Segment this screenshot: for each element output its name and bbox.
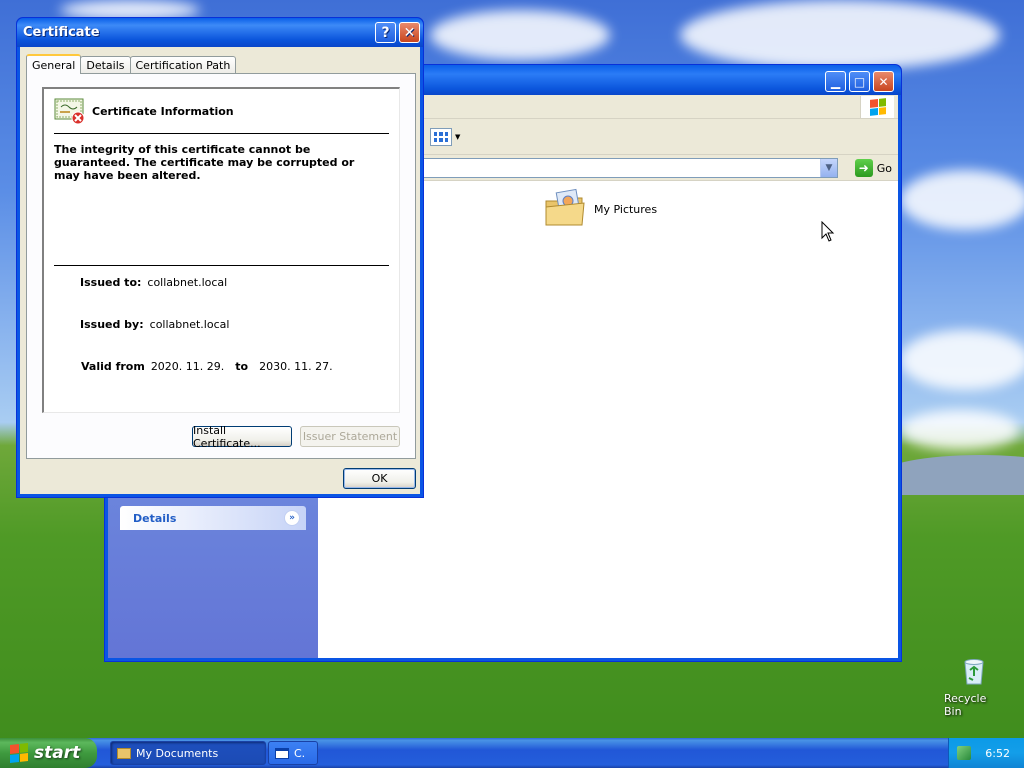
mouse-cursor-icon xyxy=(821,220,835,246)
minimize-icon: ▁ xyxy=(830,74,841,89)
go-button[interactable]: ➜ Go xyxy=(854,159,892,177)
valid-from-value: 2020. 11. 29. xyxy=(150,360,225,373)
tab-general[interactable]: General xyxy=(26,54,82,74)
folder-icon xyxy=(117,747,131,759)
clock[interactable]: 6:52 xyxy=(985,747,1010,760)
views-icon xyxy=(430,128,452,146)
certificate-info-box: Certificate Information The integrity of… xyxy=(42,87,400,413)
recycle-bin-label: Recycle Bin xyxy=(944,692,987,718)
close-icon: ✕ xyxy=(878,74,889,89)
ok-button[interactable]: OK xyxy=(343,468,416,489)
valid-to-word: to xyxy=(235,360,249,373)
general-tab-panel: Certificate Information The integrity of… xyxy=(26,73,416,459)
dialog-body: General Details Certification Path Certi… xyxy=(20,47,420,494)
maximize-icon: □ xyxy=(853,74,866,89)
issued-by-row: Issued by: collabnet.local xyxy=(80,318,229,331)
address-dropdown-button[interactable]: ▼ xyxy=(820,159,837,177)
folder-label: My Pictures xyxy=(594,202,658,216)
recycle-bin-icon xyxy=(959,656,989,686)
dialog-titlebar[interactable]: Certificate ? ✕ xyxy=(17,18,423,47)
help-button[interactable]: ? xyxy=(375,22,396,43)
integrity-warning: The integrity of this certificate cannot… xyxy=(54,143,355,182)
system-tray: 6:52 xyxy=(948,738,1024,768)
folder-my-pictures[interactable]: My Pictures xyxy=(544,187,657,231)
tab-strip: General Details Certification Path xyxy=(26,54,237,74)
network-icon[interactable] xyxy=(957,746,972,760)
divider xyxy=(54,133,389,134)
issued-to-label: Issued to: xyxy=(80,276,142,289)
taskbar-item-certificate[interactable]: C. xyxy=(268,741,318,765)
taskbar-item-label: C. xyxy=(294,746,306,760)
taskbar-item-my-documents[interactable]: My Documents xyxy=(110,741,266,765)
taskbar-item-label: My Documents xyxy=(136,746,219,760)
expand-chevron-icon[interactable]: » xyxy=(284,510,300,526)
go-arrow-icon: ➜ xyxy=(854,159,873,177)
tab-details[interactable]: Details xyxy=(80,56,131,74)
go-label: Go xyxy=(876,161,892,175)
pictures-folder-icon xyxy=(544,187,588,231)
details-panel-header[interactable]: Details » xyxy=(120,506,306,530)
valid-from-label: Valid from xyxy=(81,360,145,373)
windows-flag-icon xyxy=(10,743,28,763)
chevron-down-icon: ▼ xyxy=(825,163,833,173)
tab-certification-path[interactable]: Certification Path xyxy=(129,56,237,74)
maximize-button[interactable]: □ xyxy=(849,71,870,92)
issued-by-label: Issued by: xyxy=(80,318,144,331)
dialog-title: Certificate xyxy=(23,25,100,40)
windows-logo-icon xyxy=(860,96,894,118)
issued-by-value: collabnet.local xyxy=(149,318,230,331)
install-certificate-button[interactable]: Install Certificate... xyxy=(192,424,292,450)
certificate-dialog: Certificate ? ✕ General Details Certific… xyxy=(16,17,424,498)
invalid-certificate-icon xyxy=(54,97,86,125)
window-icon xyxy=(275,747,289,759)
info-header-label: Certificate Information xyxy=(92,104,234,118)
minimize-button[interactable]: ▁ xyxy=(825,71,846,92)
issuer-statement-button[interactable]: Issuer Statement xyxy=(300,426,400,447)
views-button[interactable]: ▼ xyxy=(430,126,466,148)
divider xyxy=(54,265,389,266)
start-button[interactable]: start xyxy=(0,738,97,768)
issued-to-row: Issued to: collabnet.local xyxy=(80,276,227,289)
issued-to-value: collabnet.local xyxy=(147,276,228,289)
validity-row: Valid from 2020. 11. 29. to 2030. 11. 27… xyxy=(81,360,333,373)
explorer-close-button[interactable]: ✕ xyxy=(873,71,894,92)
info-header: Certificate Information xyxy=(54,97,234,125)
dropdown-arrow-icon: ▼ xyxy=(455,133,461,141)
question-mark-icon: ? xyxy=(381,24,390,41)
start-label: start xyxy=(34,743,81,763)
valid-to-value: 2030. 11. 27. xyxy=(259,360,333,373)
close-icon: ✕ xyxy=(403,24,416,41)
recycle-bin-shortcut[interactable]: Recycle Bin xyxy=(944,656,1004,718)
taskbar: start My Documents C. 6:52 xyxy=(0,738,1024,768)
dialog-close-button[interactable]: ✕ xyxy=(399,22,420,43)
details-panel-label: Details xyxy=(133,511,177,525)
